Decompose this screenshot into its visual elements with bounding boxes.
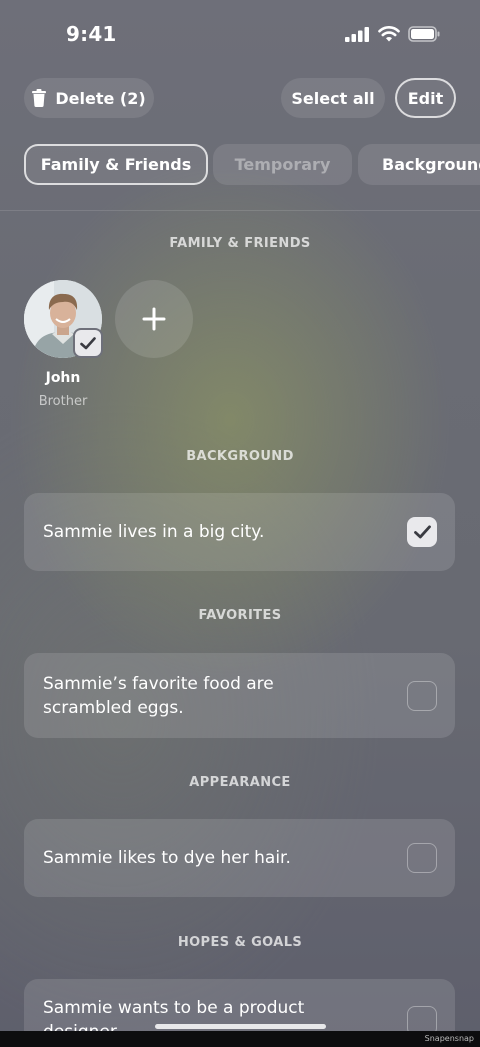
section-title-background: BACKGROUND [186, 449, 294, 464]
item-checkbox[interactable] [407, 517, 437, 547]
battery-icon [408, 26, 440, 42]
edit-button[interactable]: Edit [395, 78, 456, 118]
watermark: Snapensnap [424, 1034, 474, 1043]
tab-family-friends[interactable]: Family & Friends [24, 144, 208, 185]
person-name: John [45, 370, 81, 386]
select-all-label: Select all [291, 88, 375, 108]
item-text: Sammie likes to dye her hair. [43, 848, 291, 868]
delete-button-label: Delete (2) [55, 88, 146, 108]
section-title-favorites: FAVORITES [198, 608, 282, 623]
home-indicator [155, 1024, 326, 1029]
item-checkbox[interactable] [407, 680, 437, 711]
list-item-background[interactable]: Sammie lives in a big city. [24, 493, 455, 571]
person-relation: Brother [38, 394, 88, 409]
list-item-appearance[interactable]: Sammie likes to dye her hair. [24, 819, 455, 897]
tabs-divider [0, 210, 480, 211]
delete-button[interactable]: Delete (2) [24, 78, 154, 118]
list-item-favorites[interactable]: Sammie’s favorite food are scrambled egg… [24, 653, 455, 738]
tab-label: Family & Friends [40, 155, 192, 174]
checkmark-icon [80, 336, 96, 349]
footer-strip [0, 1031, 480, 1047]
section-title-family: FAMILY & FRIENDS [169, 236, 311, 251]
plus-icon [142, 307, 166, 331]
tab-label: Temporary [234, 155, 331, 174]
status-time: 9:41 [66, 22, 117, 46]
tab-label: Background [382, 155, 480, 174]
trash-icon [32, 89, 47, 107]
checkmark-icon [413, 525, 431, 539]
edit-label: Edit [407, 88, 444, 108]
section-title-hopes-goals: HOPES & GOALS [177, 935, 303, 950]
status-icons [345, 26, 440, 42]
item-text: Sammie lives in a big city. [43, 522, 265, 542]
wifi-icon [378, 26, 400, 42]
tab-background[interactable]: Background [358, 144, 480, 185]
item-text: Sammie’s favorite food are scrambled egg… [43, 673, 274, 718]
item-checkbox[interactable] [407, 843, 437, 873]
select-all-button[interactable]: Select all [281, 78, 385, 118]
section-title-appearance: APPEARANCE [189, 775, 291, 790]
add-person-button[interactable] [115, 280, 193, 358]
tab-temporary[interactable]: Temporary [213, 144, 352, 185]
selected-checkbox[interactable] [73, 328, 103, 358]
cellular-signal-icon [345, 26, 369, 42]
